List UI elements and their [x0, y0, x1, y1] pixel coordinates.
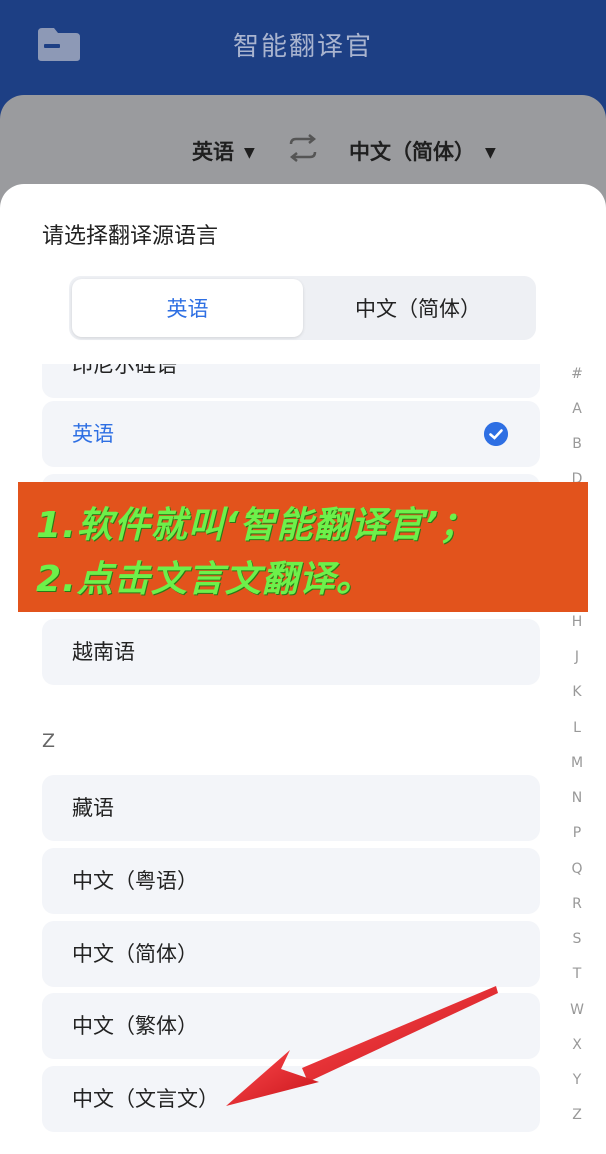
source-language-selector[interactable]: 英语 ▼ — [192, 136, 255, 166]
annotation-line-2: 2.点击文言文翻译。 — [36, 559, 373, 600]
index-letter[interactable]: B — [563, 436, 591, 452]
index-letter[interactable]: L — [563, 720, 591, 736]
language-tab-switch: 英语 中文（简体） — [69, 276, 536, 340]
section-header-z: Z — [42, 730, 56, 752]
target-language-selector[interactable]: 中文（简体） ▼ — [349, 136, 496, 166]
index-letter[interactable]: M — [563, 755, 591, 771]
list-item[interactable]: 中文（简体） — [42, 921, 540, 987]
app-title: 智能翻译官 — [232, 32, 373, 62]
dropdown-icon: ▼ — [244, 145, 255, 161]
index-letter[interactable]: J — [563, 649, 591, 665]
index-letter[interactable]: A — [563, 401, 591, 417]
check-icon — [484, 422, 508, 446]
list-item[interactable]: 中文（粤语） — [42, 848, 540, 914]
list-item[interactable]: 印尼尔硅语 — [42, 364, 540, 398]
index-letter[interactable]: S — [563, 931, 591, 947]
language-picker-sheet: 请选择翻译源语言 英语 中文（简体） 印尼尔硅语 英语 越南语 Z 藏语 中文（… — [0, 184, 606, 1154]
index-letter[interactable]: T — [563, 966, 591, 982]
sheet-title: 请选择翻译源语言 — [42, 224, 219, 249]
annotation-line-1: 1.软件就叫‘智能翻译官’； — [36, 505, 477, 546]
swap-icon[interactable] — [287, 134, 319, 162]
index-letter[interactable]: W — [563, 1002, 591, 1018]
tab-target-chinese[interactable]: 中文（简体） — [303, 279, 533, 337]
index-letter[interactable]: # — [563, 366, 591, 382]
list-item[interactable]: 越南语 — [42, 619, 540, 685]
index-letter[interactable]: K — [563, 684, 591, 700]
list-item-selected[interactable]: 英语 — [42, 401, 540, 467]
index-letter[interactable]: Z — [563, 1107, 591, 1123]
index-letter[interactable]: X — [563, 1037, 591, 1053]
dropdown-icon: ▼ — [485, 145, 496, 161]
list-item-classical-chinese[interactable]: 中文（文言文） — [42, 1066, 540, 1132]
index-letter[interactable]: Y — [563, 1072, 591, 1088]
index-letter[interactable]: Q — [563, 861, 591, 877]
index-letter[interactable]: H — [563, 614, 591, 630]
index-letter[interactable]: R — [563, 896, 591, 912]
annotation-banner: 1.软件就叫‘智能翻译官’； 2.点击文言文翻译。 — [18, 482, 588, 612]
index-letter[interactable]: P — [563, 825, 591, 841]
index-letter[interactable]: N — [563, 790, 591, 806]
list-item[interactable]: 藏语 — [42, 775, 540, 841]
list-item[interactable]: 中文（繁体） — [42, 993, 540, 1059]
tab-source-english[interactable]: 英语 — [72, 279, 303, 337]
